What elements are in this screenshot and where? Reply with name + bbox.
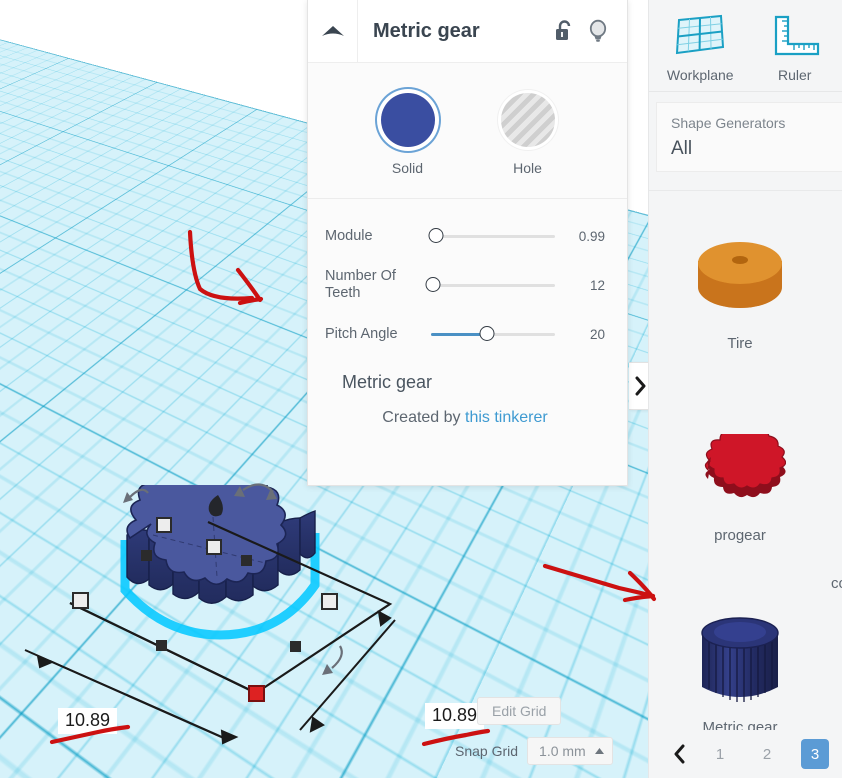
- shape-title: Metric gear: [373, 19, 480, 42]
- parameter-value-number-of-teeth[interactable]: 12: [565, 278, 605, 293]
- solid-hole-toggle: Solid Hole: [308, 63, 627, 199]
- parameter-value-pitch-angle[interactable]: 20: [565, 327, 605, 342]
- pagination-page-3[interactable]: 3: [801, 739, 829, 769]
- bbox-handle-front-red: [248, 685, 265, 702]
- shape-name-truncated[interactable]: co: [831, 575, 842, 592]
- pagination-prev-button[interactable]: [673, 744, 686, 764]
- generator-credit: Created by this tinkerer: [325, 409, 605, 427]
- ruler-icon: [774, 15, 819, 56]
- pagination-page-1[interactable]: 1: [707, 741, 733, 767]
- shape-name-progear: progear: [714, 526, 766, 544]
- mode-label-hole: Hole: [513, 160, 542, 176]
- shape-name-metric-gear: Metric gear: [702, 718, 778, 731]
- snap-grid-select[interactable]: 1.0 mm: [527, 737, 613, 765]
- shape-generators-value: All: [671, 138, 693, 159]
- metric-gear-thumbnail: [685, 605, 795, 717]
- chevron-right-icon: [635, 376, 645, 396]
- parameter-value-module[interactable]: 0.99: [565, 229, 605, 244]
- visibility-button[interactable]: [581, 0, 615, 63]
- parameter-row-pitch-angle: Pitch Angle 20: [325, 323, 605, 345]
- parameter-slider-number-of-teeth[interactable]: [425, 276, 555, 294]
- parameter-row-module: Module 0.99: [325, 225, 605, 247]
- bbox-handle-left: [72, 592, 89, 609]
- snap-grid-row: Snap Grid 1.0 mm: [455, 737, 635, 765]
- mode-label-solid: Solid: [391, 160, 424, 176]
- tool-label-ruler: Ruler: [778, 67, 812, 83]
- snap-grid-value: 1.0 mm: [539, 743, 586, 759]
- sidebar-tool-row: Workplane Ruler: [649, 0, 842, 92]
- parameter-row-number-of-teeth: Number Of Teeth 12: [325, 268, 605, 301]
- parameter-slider-module[interactable]: [428, 227, 555, 245]
- dimension-label-left[interactable]: 10.89: [58, 708, 118, 734]
- shape-generators-label: Shape Generators: [671, 115, 786, 131]
- chevron-left-icon: [674, 744, 685, 764]
- slider-knob[interactable]: [479, 326, 495, 341]
- progear-thumbnail: [685, 413, 795, 525]
- tool-ruler[interactable]: Ruler: [748, 0, 842, 91]
- tire-thumbnail: [685, 221, 795, 333]
- shape-name-tire: Tire: [727, 334, 753, 352]
- unlock-button[interactable]: [547, 0, 581, 63]
- bbox-handle-b: [290, 641, 301, 652]
- shape-item-progear[interactable]: progear: [649, 382, 831, 574]
- collapse-panel-button[interactable]: [308, 0, 358, 63]
- bbox-handle-a: [156, 640, 167, 651]
- slider-knob[interactable]: [428, 228, 444, 243]
- parameter-slider-pitch-angle[interactable]: [431, 325, 555, 343]
- mode-option-hole[interactable]: Hole: [500, 93, 555, 176]
- tool-label-workplane: Workplane: [666, 67, 734, 83]
- credit-prefix: Created by: [382, 409, 461, 426]
- parameter-label-number-of-teeth: Number Of Teeth: [325, 268, 396, 301]
- parameters-list: Module 0.99 Number Of Teeth 12 Pitch Ang…: [308, 199, 627, 427]
- properties-panel-header: Metric gear: [308, 0, 627, 63]
- tool-workplane[interactable]: Workplane: [653, 0, 748, 91]
- mode-option-solid[interactable]: Solid: [380, 93, 435, 176]
- pagination-page-2[interactable]: 2: [754, 741, 780, 767]
- shape-item-tire[interactable]: Tire: [649, 190, 831, 382]
- triangle-up-icon: [321, 26, 344, 36]
- generator-name: Metric gear: [342, 372, 433, 392]
- shape-properties-panel: Metric gear Solid Hole Module 0.99 Numbe…: [307, 0, 628, 486]
- shape-item-metric-gear[interactable]: Metric gear: [649, 574, 831, 730]
- parameter-label-pitch-angle: Pitch Angle: [325, 325, 398, 342]
- hole-swatch-icon: [500, 93, 555, 147]
- unlock-icon: [556, 20, 571, 40]
- slider-track: [431, 235, 555, 238]
- shape-generators-dropdown[interactable]: Shape Generators All: [656, 102, 842, 172]
- right-sidebar: Workplane Ruler Shape Generators All Tir…: [648, 0, 842, 778]
- parameter-label-module: Module: [325, 227, 373, 244]
- credit-author-link[interactable]: this tinkerer: [465, 409, 548, 426]
- solid-swatch-icon: [380, 93, 435, 147]
- snap-grid-label: Snap Grid: [455, 743, 519, 759]
- grid-controls: Edit Grid Snap Grid 1.0 mm: [455, 697, 635, 765]
- slider-track: [431, 284, 555, 287]
- caret-up-icon: [594, 748, 604, 754]
- tinkercad-editor-window: 10.89 10.89 Edit Grid Snap Grid 1.0 mm M…: [0, 0, 842, 778]
- shape-list[interactable]: Tire progear Metric gear c: [649, 190, 842, 730]
- shape-pagination: 1 2 3: [649, 730, 842, 778]
- workplane-grid-icon: [676, 14, 725, 55]
- lightbulb-icon: [589, 19, 607, 42]
- slider-knob[interactable]: [425, 277, 441, 292]
- bbox-handle-right: [321, 593, 338, 610]
- edit-grid-button[interactable]: Edit Grid: [477, 697, 562, 725]
- expand-panel-button[interactable]: [629, 362, 648, 410]
